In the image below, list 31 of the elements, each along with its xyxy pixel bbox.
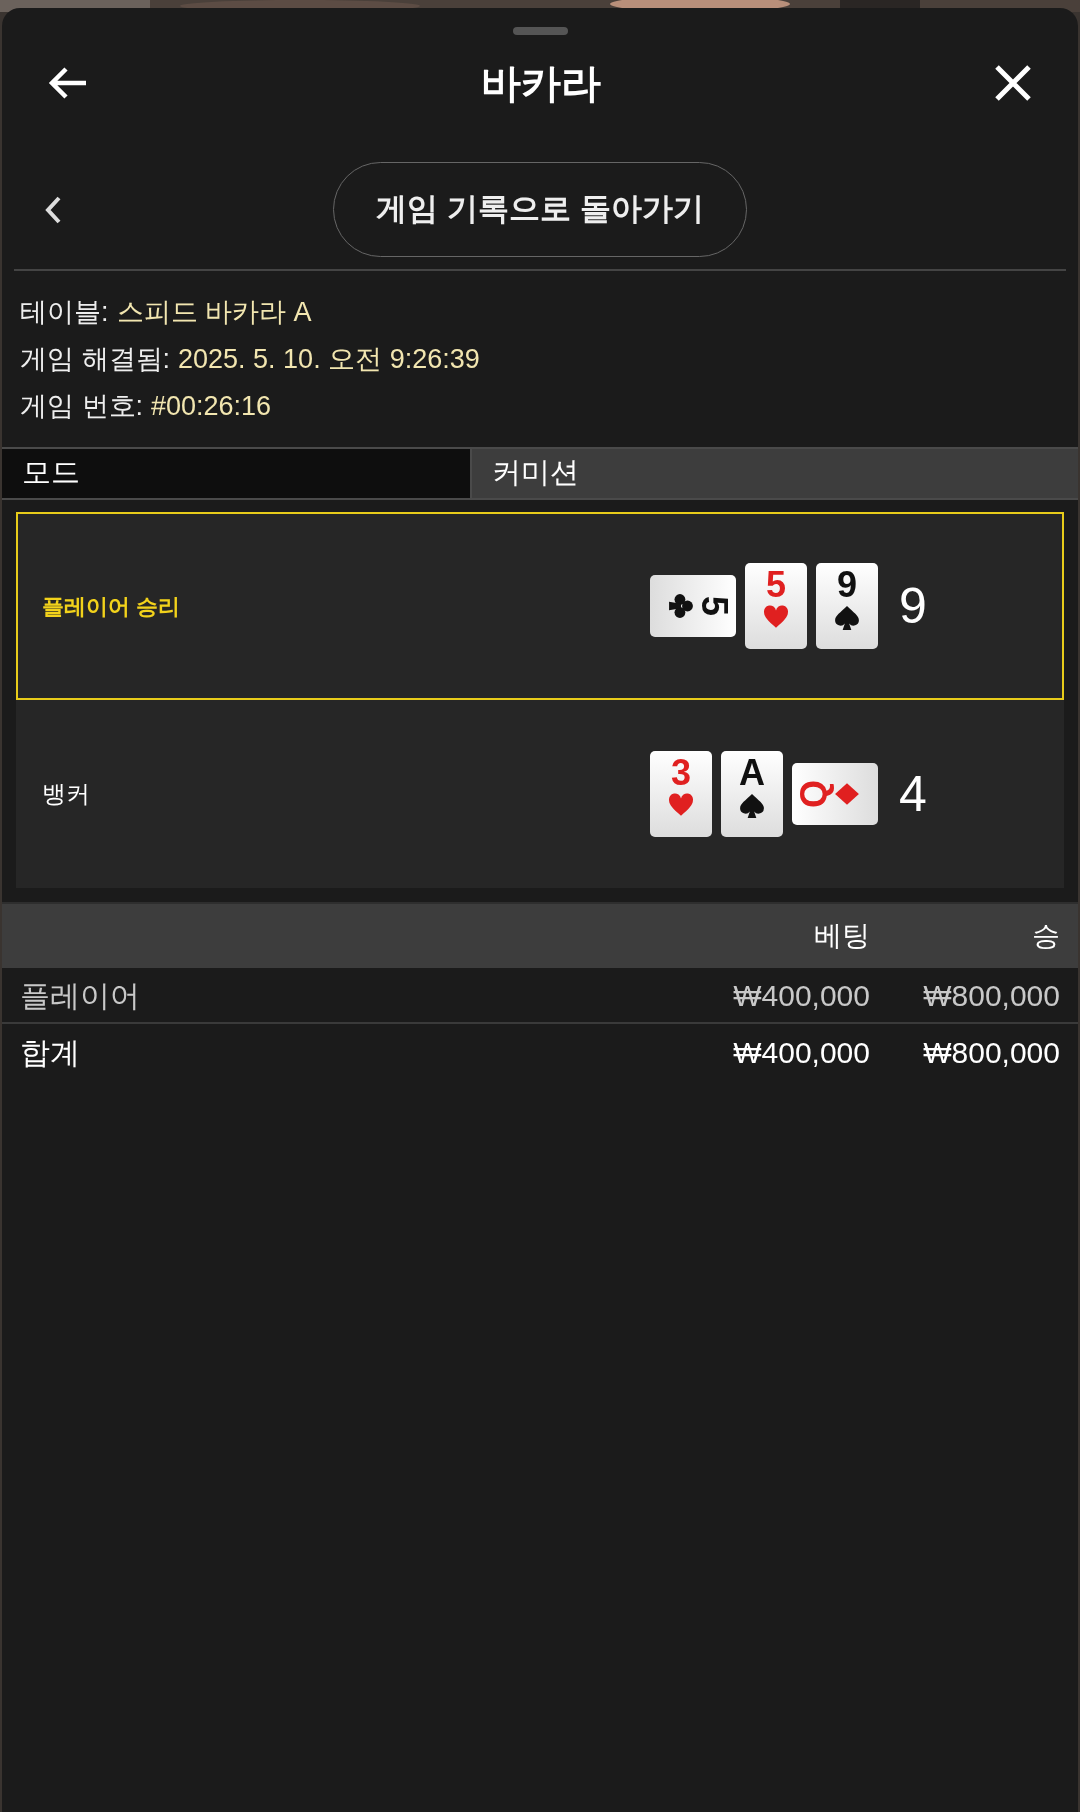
chevron-left-icon[interactable] (44, 194, 62, 225)
column-header: 승 (1031, 919, 1060, 953)
hand-label: 뱅커 (42, 779, 90, 809)
back-arrow-icon[interactable] (48, 67, 88, 99)
info-label: 게임 해결됨: (20, 344, 170, 374)
info-value: 스피드 바카라 A (116, 297, 312, 327)
playing-card: 9 (816, 563, 878, 649)
playing-card: 5 (650, 575, 736, 637)
table-cell-text: 플레이어 (20, 977, 141, 1014)
mode-value: 커미션 (472, 449, 1078, 498)
playing-card: 5 (745, 563, 807, 649)
info-value: 2025. 5. 10. 오전 9:26:39 (178, 344, 480, 374)
playing-card: A (721, 751, 783, 837)
playing-card: 3 (650, 751, 712, 837)
drag-handle[interactable] (512, 27, 568, 35)
table-cell-text: ₩400,000 (732, 977, 870, 1014)
info-value: #00:26:16 (151, 391, 272, 421)
column-header: 베팅 (813, 919, 870, 953)
table-cell-text: 합계 (20, 1034, 81, 1071)
sheet-title: 바카라 (481, 60, 601, 107)
mode-label: 모드 (2, 449, 472, 498)
hand-score: 4 (899, 764, 927, 824)
close-icon[interactable] (994, 64, 1032, 102)
info-label: 게임 번호: (20, 391, 143, 421)
table-cell-text: ₩800,000 (922, 1034, 1060, 1071)
table-cell-text: ₩400,000 (732, 1034, 870, 1071)
playing-card: Q (792, 763, 878, 825)
table-cell-text: ₩800,000 (922, 977, 1060, 1014)
hand-score: 9 (899, 576, 927, 636)
hand-label: 플레이어 승리 (42, 592, 181, 621)
info-label: 테이블: (20, 297, 109, 327)
